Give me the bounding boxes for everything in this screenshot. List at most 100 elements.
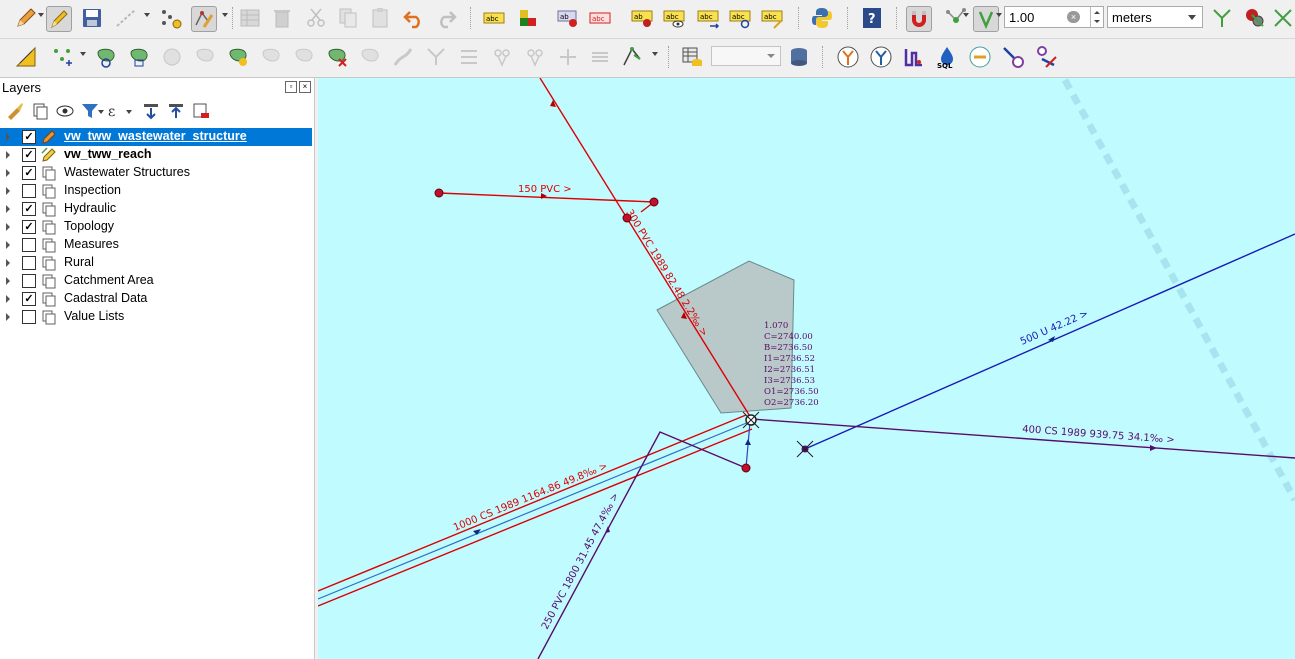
topological-editing-icon[interactable] — [1210, 6, 1234, 30]
layer-selector-combo[interactable] — [711, 46, 781, 66]
change-label-icon[interactable]: abc — [760, 6, 784, 30]
layer-row-cadastral-data[interactable]: ✓ Cadastral Data — [0, 290, 312, 308]
layer-row-topology[interactable]: ✓ Topology — [0, 218, 312, 236]
tww-profile-icon[interactable] — [902, 45, 926, 69]
layer-row-wastewater-structure[interactable]: ✓ vw_tww_wastewater_structure — [0, 128, 312, 146]
layer-checkbox[interactable] — [22, 310, 36, 324]
layer-row-hydraulic[interactable]: ✓ Hydraulic — [0, 200, 312, 218]
expression-dropdown-icon[interactable] — [126, 110, 132, 114]
rotate-label-icon[interactable]: abc — [728, 6, 752, 30]
reach-500-line[interactable] — [804, 233, 1295, 450]
layer-checkbox[interactable] — [22, 238, 36, 252]
layer-checkbox[interactable]: ✓ — [22, 130, 36, 144]
snapping-intersection-icon[interactable] — [1243, 6, 1267, 30]
expand-arrow-icon[interactable] — [6, 259, 10, 267]
node-point[interactable] — [741, 463, 751, 473]
layer-row-wastewater-structures[interactable]: ✓ Wastewater Structures — [0, 164, 312, 182]
expand-arrow-icon[interactable] — [6, 187, 10, 195]
expand-all-icon[interactable] — [141, 101, 161, 121]
expand-arrow-icon[interactable] — [6, 205, 10, 213]
connect-network-icon[interactable] — [968, 45, 992, 69]
visibility-eye-icon[interactable] — [55, 101, 75, 121]
rotate-feature-icon[interactable] — [94, 45, 118, 69]
trim-dropdown-icon[interactable] — [652, 52, 658, 56]
connect-wastewater-icon[interactable] — [1034, 45, 1058, 69]
vertex-editor-button[interactable] — [191, 6, 217, 32]
move-feature-dropdown-icon[interactable] — [80, 52, 86, 56]
layer-row-catchment-area[interactable]: Catchment Area — [0, 272, 312, 290]
move-label-icon[interactable]: abc — [696, 6, 720, 30]
layer-checkbox[interactable]: ✓ — [22, 166, 36, 180]
clear-icon[interactable]: × — [1067, 11, 1080, 23]
save-edits-icon[interactable] — [80, 6, 104, 30]
label-tool-icon[interactable]: abc — [482, 6, 506, 30]
snap-tolerance-spinbox[interactable]: 1.00 × — [1004, 6, 1104, 28]
reach-250-line[interactable] — [537, 431, 747, 659]
snapping-mode-dropdown-icon[interactable] — [963, 13, 969, 17]
avoid-overlap-icon[interactable] — [1271, 6, 1295, 30]
snapping-magnet-button[interactable] — [906, 6, 932, 32]
style-manager-icon[interactable] — [5, 101, 25, 121]
layer-row-value-lists[interactable]: Value Lists — [0, 308, 312, 326]
current-edits-dropdown-icon[interactable] — [38, 13, 44, 17]
expand-arrow-icon[interactable] — [6, 169, 10, 177]
scale-feature-icon[interactable] — [127, 45, 151, 69]
snap-to-vertex-button[interactable] — [973, 6, 999, 32]
current-edits-icon[interactable] — [14, 6, 38, 30]
collapse-all-icon[interactable] — [166, 101, 186, 121]
expand-arrow-icon[interactable] — [6, 133, 10, 141]
move-feature-icon[interactable] — [50, 45, 74, 69]
remove-layer-icon[interactable] — [191, 101, 211, 121]
help-icon[interactable]: ? — [860, 6, 884, 30]
layer-row-reach[interactable]: ✓ vw_tww_reach — [0, 146, 312, 164]
toggle-editing-button[interactable] — [46, 6, 72, 32]
db-manager-icon[interactable] — [680, 45, 704, 69]
filter-icon[interactable] — [80, 101, 100, 121]
expand-arrow-icon[interactable] — [6, 151, 10, 159]
advanced-digitizing-icon[interactable] — [14, 45, 38, 69]
expand-arrow-icon[interactable] — [6, 295, 10, 303]
pin-labels-icon[interactable]: ab — [556, 6, 580, 30]
float-panel-icon[interactable]: ▫ — [285, 81, 297, 93]
diagram-options-icon[interactable] — [516, 6, 540, 30]
connect-node-icon[interactable] — [1001, 45, 1025, 69]
manhole-symbol-icon[interactable] — [742, 411, 760, 429]
delete-part-icon[interactable] — [325, 45, 349, 69]
layer-row-inspection[interactable]: Inspection — [0, 182, 312, 200]
layer-checkbox[interactable]: ✓ — [22, 292, 36, 306]
junction-x-icon[interactable] — [796, 440, 814, 458]
database-connect-icon[interactable] — [787, 45, 811, 69]
layer-checkbox[interactable]: ✓ — [22, 220, 36, 234]
vertex-tool-icon[interactable] — [159, 6, 183, 30]
snapping-mode-icon[interactable] — [944, 6, 968, 30]
show-hide-labels-icon[interactable]: abc — [588, 6, 612, 30]
toggle-label-visibility-icon[interactable]: abc — [662, 6, 686, 30]
spin-arrows-icon[interactable] — [1090, 7, 1103, 27]
close-panel-icon[interactable]: × — [299, 81, 311, 93]
snap-type-dropdown-icon[interactable] — [996, 13, 1002, 17]
tww-downstream-icon[interactable] — [869, 45, 893, 69]
layer-row-rural[interactable]: Rural — [0, 254, 312, 272]
add-group-icon[interactable] — [30, 101, 50, 121]
node-point[interactable] — [434, 188, 444, 198]
filter-dropdown-icon[interactable] — [98, 110, 104, 114]
snap-units-combo[interactable]: meters — [1107, 6, 1203, 28]
map-canvas[interactable]: 150 PVC > 300 PVC 1989 82.48 2.2‰ > 500 … — [318, 78, 1295, 659]
expand-arrow-icon[interactable] — [6, 241, 10, 249]
python-console-icon[interactable] — [810, 6, 834, 30]
expand-arrow-icon[interactable] — [6, 277, 10, 285]
undo-icon[interactable] — [402, 6, 426, 30]
tww-upstream-icon[interactable] — [836, 45, 860, 69]
add-part-icon[interactable] — [226, 45, 250, 69]
layer-checkbox[interactable] — [22, 256, 36, 270]
layer-row-measures[interactable]: Measures — [0, 236, 312, 254]
expression-filter-icon[interactable]: ε — [106, 101, 126, 121]
layer-checkbox[interactable] — [22, 184, 36, 198]
expand-arrow-icon[interactable] — [6, 313, 10, 321]
trim-extend-icon[interactable] — [620, 45, 644, 69]
map-svg[interactable]: 150 PVC > 300 PVC 1989 82.48 2.2‰ > 500 … — [318, 78, 1295, 659]
reach-1000-centerline[interactable] — [318, 421, 750, 600]
layer-checkbox[interactable]: ✓ — [22, 202, 36, 216]
layer-checkbox[interactable]: ✓ — [22, 148, 36, 162]
node-point[interactable] — [649, 197, 659, 207]
